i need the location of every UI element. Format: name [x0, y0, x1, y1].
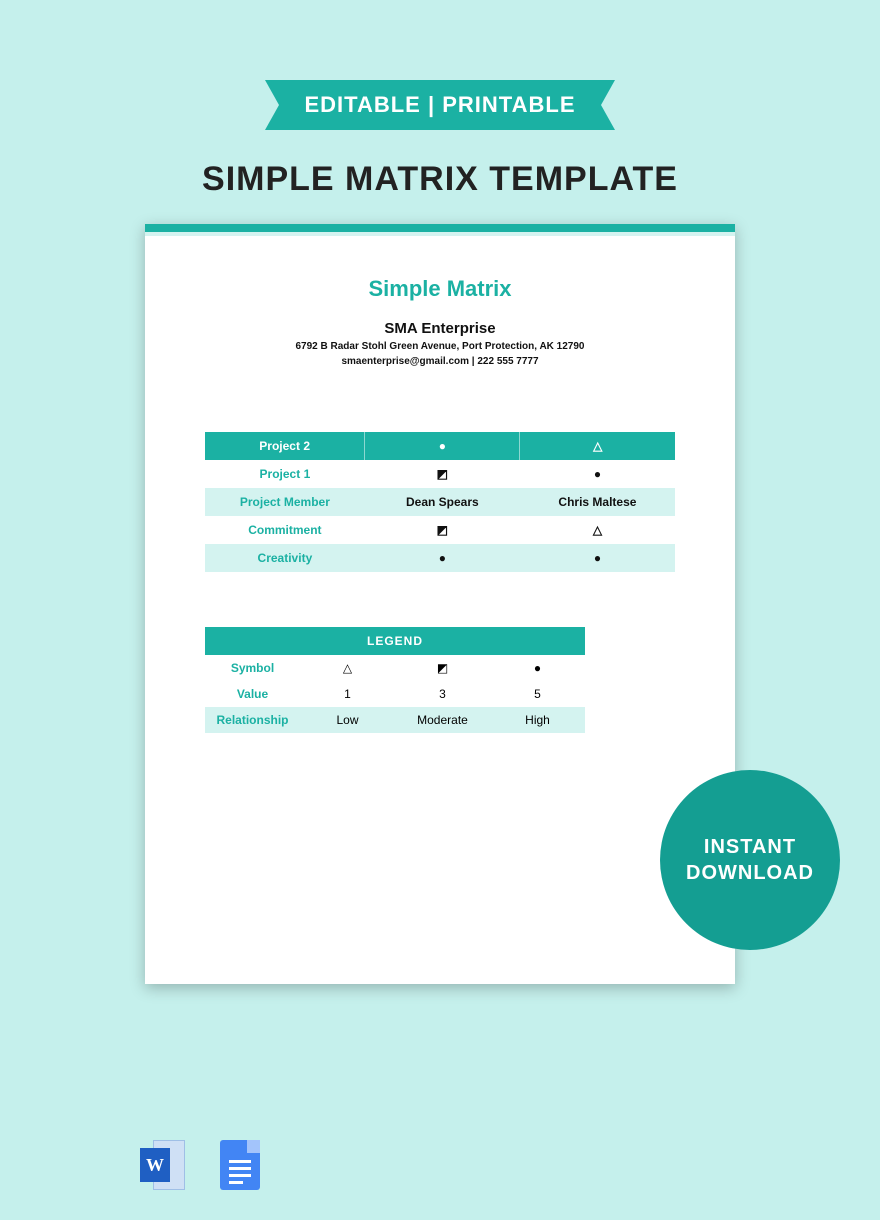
matrix-row: Commitment◩△ — [205, 516, 675, 544]
legend-cell: Moderate — [395, 707, 490, 733]
legend-cell: 1 — [300, 681, 395, 707]
document-top-bar — [145, 224, 735, 236]
legend-cell: ● — [490, 655, 585, 681]
ms-word-icon[interactable]: W — [140, 1140, 185, 1190]
legend-title: LEGEND — [205, 627, 585, 655]
matrix-row: Project 1◩● — [205, 460, 675, 488]
matrix-cell: ● — [520, 460, 675, 488]
matrix-row-label: Project Member — [205, 488, 365, 516]
legend-row: Value135 — [205, 681, 585, 707]
legend-row: RelationshipLowModerateHigh — [205, 707, 585, 733]
matrix-cell: △ — [520, 516, 675, 544]
matrix-row-label: Creativity — [205, 544, 365, 572]
matrix-cell: Dean Spears — [365, 488, 520, 516]
legend-cell: △ — [300, 655, 395, 681]
matrix-row-label: Project 1 — [205, 460, 365, 488]
matrix-header-c1: ● — [365, 432, 520, 460]
matrix-row-label: Commitment — [205, 516, 365, 544]
document-preview: Simple Matrix SMA Enterprise 6792 B Rada… — [145, 224, 735, 984]
matrix-header-label: Project 2 — [205, 432, 365, 460]
legend-row-label: Symbol — [205, 655, 300, 681]
matrix-cell: ● — [520, 544, 675, 572]
matrix-cell: ◩ — [365, 460, 520, 488]
legend-row-label: Relationship — [205, 707, 300, 733]
document-title: Simple Matrix — [205, 276, 675, 302]
google-docs-icon[interactable] — [220, 1140, 260, 1190]
company-name: SMA Enterprise — [205, 320, 675, 337]
matrix-cell: Chris Maltese — [520, 488, 675, 516]
legend-table: LEGEND Symbol△◩●Value135RelationshipLowM… — [205, 627, 585, 733]
badge-line-1: INSTANT — [686, 834, 814, 860]
matrix-cell: ◩ — [365, 516, 520, 544]
legend-cell: High — [490, 707, 585, 733]
instant-download-badge[interactable]: INSTANT DOWNLOAD — [660, 770, 840, 950]
badge-line-2: DOWNLOAD — [686, 860, 814, 886]
company-contact: smaenterprise@gmail.com | 222 555 7777 — [205, 356, 675, 367]
legend-header: LEGEND — [205, 627, 585, 655]
legend-row: Symbol△◩● — [205, 655, 585, 681]
legend-cell: 3 — [395, 681, 490, 707]
matrix-header-c2: △ — [520, 432, 675, 460]
legend-cell: 5 — [490, 681, 585, 707]
matrix-row: Project MemberDean SpearsChris Maltese — [205, 488, 675, 516]
format-icons: W — [140, 1140, 260, 1190]
matrix-row: Creativity●● — [205, 544, 675, 572]
ribbon-banner: EDITABLE | PRINTABLE — [265, 80, 615, 130]
ribbon-text: EDITABLE | PRINTABLE — [304, 92, 575, 118]
company-address: 6792 B Radar Stohl Green Avenue, Port Pr… — [205, 341, 675, 352]
matrix-table: Project 2 ● △ Project 1◩●Project MemberD… — [205, 432, 675, 572]
matrix-header-row: Project 2 ● △ — [205, 432, 675, 460]
word-glyph: W — [140, 1148, 170, 1182]
legend-cell: ◩ — [395, 655, 490, 681]
legend-cell: Low — [300, 707, 395, 733]
matrix-cell: ● — [365, 544, 520, 572]
page-title: SIMPLE MATRIX TEMPLATE — [0, 160, 880, 199]
legend-row-label: Value — [205, 681, 300, 707]
